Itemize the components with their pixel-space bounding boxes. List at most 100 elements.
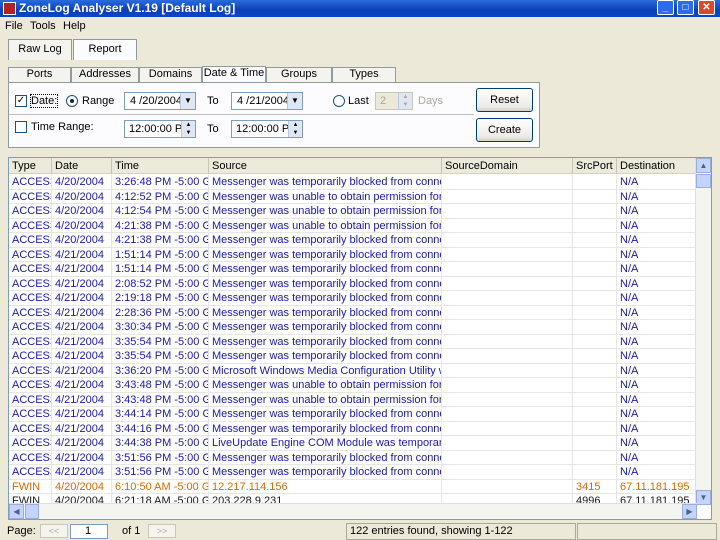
time-range-checkbox[interactable] bbox=[15, 121, 27, 133]
table-row[interactable]: ACCESS4/21/20043:51:56 PM -5:00 GMTMesse… bbox=[9, 450, 699, 465]
scroll-left-icon[interactable]: ◀ bbox=[9, 504, 24, 519]
table-row[interactable]: ACCESS4/21/20041:51:14 PM -5:00 GMTMesse… bbox=[9, 262, 699, 277]
table-row[interactable]: ACCESS4/20/20044:12:54 PM -5:00 GMTMesse… bbox=[9, 204, 699, 219]
next-page-button[interactable]: >> bbox=[148, 524, 176, 538]
cell-time: 3:44:16 PM -5:00 GMT bbox=[112, 421, 209, 436]
cell-time: 1:51:14 PM -5:00 GMT bbox=[112, 262, 209, 277]
cell-destination: N/A bbox=[617, 421, 699, 436]
create-button[interactable]: Create bbox=[476, 118, 533, 142]
last-days-stepper[interactable]: 2 ▲ ▼ bbox=[375, 92, 413, 110]
to-date-picker[interactable]: 4 /21/2004 ▼ bbox=[231, 92, 303, 110]
table-row[interactable]: ACCESS4/20/20044:21:38 PM -5:00 GMTMesse… bbox=[9, 233, 699, 248]
menu-help[interactable]: Help bbox=[63, 20, 86, 32]
filter-panel: ✓ Date: Range 4 /20/2004 ▼ To 4 /21/2004… bbox=[8, 82, 540, 148]
table-row[interactable]: ACCESS4/21/20043:44:38 PM -5:00 GMTLiveU… bbox=[9, 436, 699, 451]
spin-up-icon[interactable]: ▲ bbox=[288, 121, 302, 129]
vertical-scroll-thumb[interactable] bbox=[696, 174, 711, 188]
maximize-button[interactable]: □ bbox=[677, 0, 694, 15]
cell-destination: N/A bbox=[617, 334, 699, 349]
spin-down-icon[interactable]: ▼ bbox=[288, 129, 302, 137]
status-bar: Page: << 1 of 1 >> 122 entries found, sh… bbox=[0, 522, 720, 540]
subtab-groups[interactable]: Groups bbox=[266, 67, 332, 82]
cell-destination: N/A bbox=[617, 392, 699, 407]
table-row[interactable]: ACCESS4/21/20043:51:56 PM -5:00 GMTMesse… bbox=[9, 465, 699, 480]
table-row[interactable]: ACCESS4/21/20042:28:36 PM -5:00 GMTMesse… bbox=[9, 305, 699, 320]
table-row[interactable]: ACCESS4/21/20043:35:54 PM -5:00 GMTMesse… bbox=[9, 349, 699, 364]
cell-date: 4/21/2004 bbox=[52, 262, 112, 277]
scroll-right-icon[interactable]: ▶ bbox=[682, 504, 697, 519]
spin-up-icon[interactable]: ▲ bbox=[181, 121, 195, 129]
cell-time: 4:21:38 PM -5:00 GMT bbox=[112, 218, 209, 233]
tab-report[interactable]: Report bbox=[73, 39, 137, 60]
minimize-button[interactable]: _ bbox=[657, 0, 674, 15]
range-radio[interactable] bbox=[66, 95, 78, 107]
cell-source-domain bbox=[442, 334, 573, 349]
table-row[interactable]: ACCESS4/20/20043:26:48 PM -5:00 GMTMesse… bbox=[9, 175, 699, 190]
cell-src-port bbox=[573, 349, 617, 364]
spin-down-icon[interactable]: ▼ bbox=[398, 101, 412, 109]
scroll-up-icon[interactable]: ▲ bbox=[696, 158, 711, 173]
table-row[interactable]: ACCESS4/21/20043:44:16 PM -5:00 GMTMesse… bbox=[9, 421, 699, 436]
tab-raw-log[interactable]: Raw Log bbox=[8, 39, 72, 60]
table-row[interactable]: ACCESS4/21/20042:08:52 PM -5:00 GMTMesse… bbox=[9, 276, 699, 291]
menu-tools[interactable]: Tools bbox=[30, 20, 56, 32]
subtab-ports[interactable]: Ports bbox=[8, 67, 71, 82]
column-header-date[interactable]: Date bbox=[52, 158, 112, 174]
cell-time: 3:51:56 PM -5:00 GMT bbox=[112, 465, 209, 480]
from-date-picker[interactable]: 4 /20/2004 ▼ bbox=[124, 92, 196, 110]
chevron-down-icon[interactable]: ▼ bbox=[180, 93, 195, 109]
chevron-down-icon[interactable]: ▼ bbox=[287, 93, 302, 109]
cell-date: 4/21/2004 bbox=[52, 407, 112, 422]
column-header-source-domain[interactable]: SourceDomain bbox=[442, 158, 573, 174]
spin-up-icon[interactable]: ▲ bbox=[398, 93, 412, 101]
cell-src-port bbox=[573, 436, 617, 451]
vertical-scrollbar[interactable]: ▲ ▼ bbox=[695, 158, 711, 505]
page-input[interactable]: 1 bbox=[70, 524, 108, 539]
cell-src-port bbox=[573, 247, 617, 262]
table-row[interactable]: ACCESS4/21/20043:43:48 PM -5:00 GMTMesse… bbox=[9, 378, 699, 393]
cell-source: Messenger was temporarily blocked from c… bbox=[209, 233, 442, 248]
table-row[interactable]: ACCESS4/20/20044:12:52 PM -5:00 GMTMesse… bbox=[9, 189, 699, 204]
last-radio[interactable] bbox=[333, 95, 345, 107]
table-row[interactable]: ACCESS4/21/20041:51:14 PM -5:00 GMTMesse… bbox=[9, 247, 699, 262]
date-checkbox[interactable]: ✓ bbox=[15, 95, 27, 107]
subtab-domains[interactable]: Domains bbox=[139, 67, 202, 82]
column-header-type[interactable]: Type bbox=[9, 158, 52, 174]
column-header-time[interactable]: Time bbox=[112, 158, 209, 174]
cell-type: ACCESS bbox=[9, 349, 52, 364]
column-header-src-port[interactable]: SrcPort bbox=[573, 158, 617, 174]
table-row[interactable]: ACCESS4/21/20042:19:18 PM -5:00 GMTMesse… bbox=[9, 291, 699, 306]
close-button[interactable]: ✕ bbox=[698, 0, 715, 15]
scroll-down-icon[interactable]: ▼ bbox=[696, 490, 711, 505]
cell-type: ACCESS bbox=[9, 421, 52, 436]
table-row[interactable]: ACCESS4/21/20043:35:54 PM -5:00 GMTMesse… bbox=[9, 334, 699, 349]
cell-type: ACCESS bbox=[9, 465, 52, 480]
cell-source-domain bbox=[442, 262, 573, 277]
table-row[interactable]: ACCESS4/21/20043:43:48 PM -5:00 GMTMesse… bbox=[9, 392, 699, 407]
table-row[interactable]: ACCESS4/21/20043:36:20 PM -5:00 GMTMicro… bbox=[9, 363, 699, 378]
column-header-source[interactable]: Source bbox=[209, 158, 442, 174]
reset-button[interactable]: Reset bbox=[476, 88, 533, 112]
subtab-date-time[interactable]: Date & Time bbox=[202, 66, 266, 82]
horizontal-scroll-thumb[interactable] bbox=[25, 504, 39, 519]
column-header-destination[interactable]: Destination bbox=[617, 158, 699, 174]
cell-type: ACCESS bbox=[9, 320, 52, 335]
spin-down-icon[interactable]: ▼ bbox=[181, 129, 195, 137]
cell-destination: N/A bbox=[617, 262, 699, 277]
horizontal-scrollbar[interactable]: ◀ ▶ bbox=[9, 503, 697, 519]
table-row[interactable]: ACCESS4/20/20044:21:38 PM -5:00 GMTMesse… bbox=[9, 218, 699, 233]
entries-status: 122 entries found, showing 1-122 bbox=[346, 523, 576, 540]
subtab-types[interactable]: Types bbox=[332, 67, 396, 82]
prev-page-button[interactable]: << bbox=[40, 524, 68, 538]
cell-src-port bbox=[573, 465, 617, 480]
to-time-field[interactable]: 12:00:00 PM ▲ ▼ bbox=[231, 120, 303, 138]
table-row[interactable]: ACCESS4/21/20043:30:34 PM -5:00 GMTMesse… bbox=[9, 320, 699, 335]
cell-type: ACCESS bbox=[9, 378, 52, 393]
table-row[interactable]: ACCESS4/21/20043:44:14 PM -5:00 GMTMesse… bbox=[9, 407, 699, 422]
cell-source-domain bbox=[442, 320, 573, 335]
subtab-addresses[interactable]: Addresses bbox=[71, 67, 139, 82]
menu-file[interactable]: File bbox=[5, 20, 23, 32]
cell-destination: N/A bbox=[617, 204, 699, 219]
from-time-field[interactable]: 12:00:00 PM ▲ ▼ bbox=[124, 120, 196, 138]
table-row[interactable]: FWIN4/20/20046:10:50 AM -5:00 GMT12.217.… bbox=[9, 479, 699, 494]
